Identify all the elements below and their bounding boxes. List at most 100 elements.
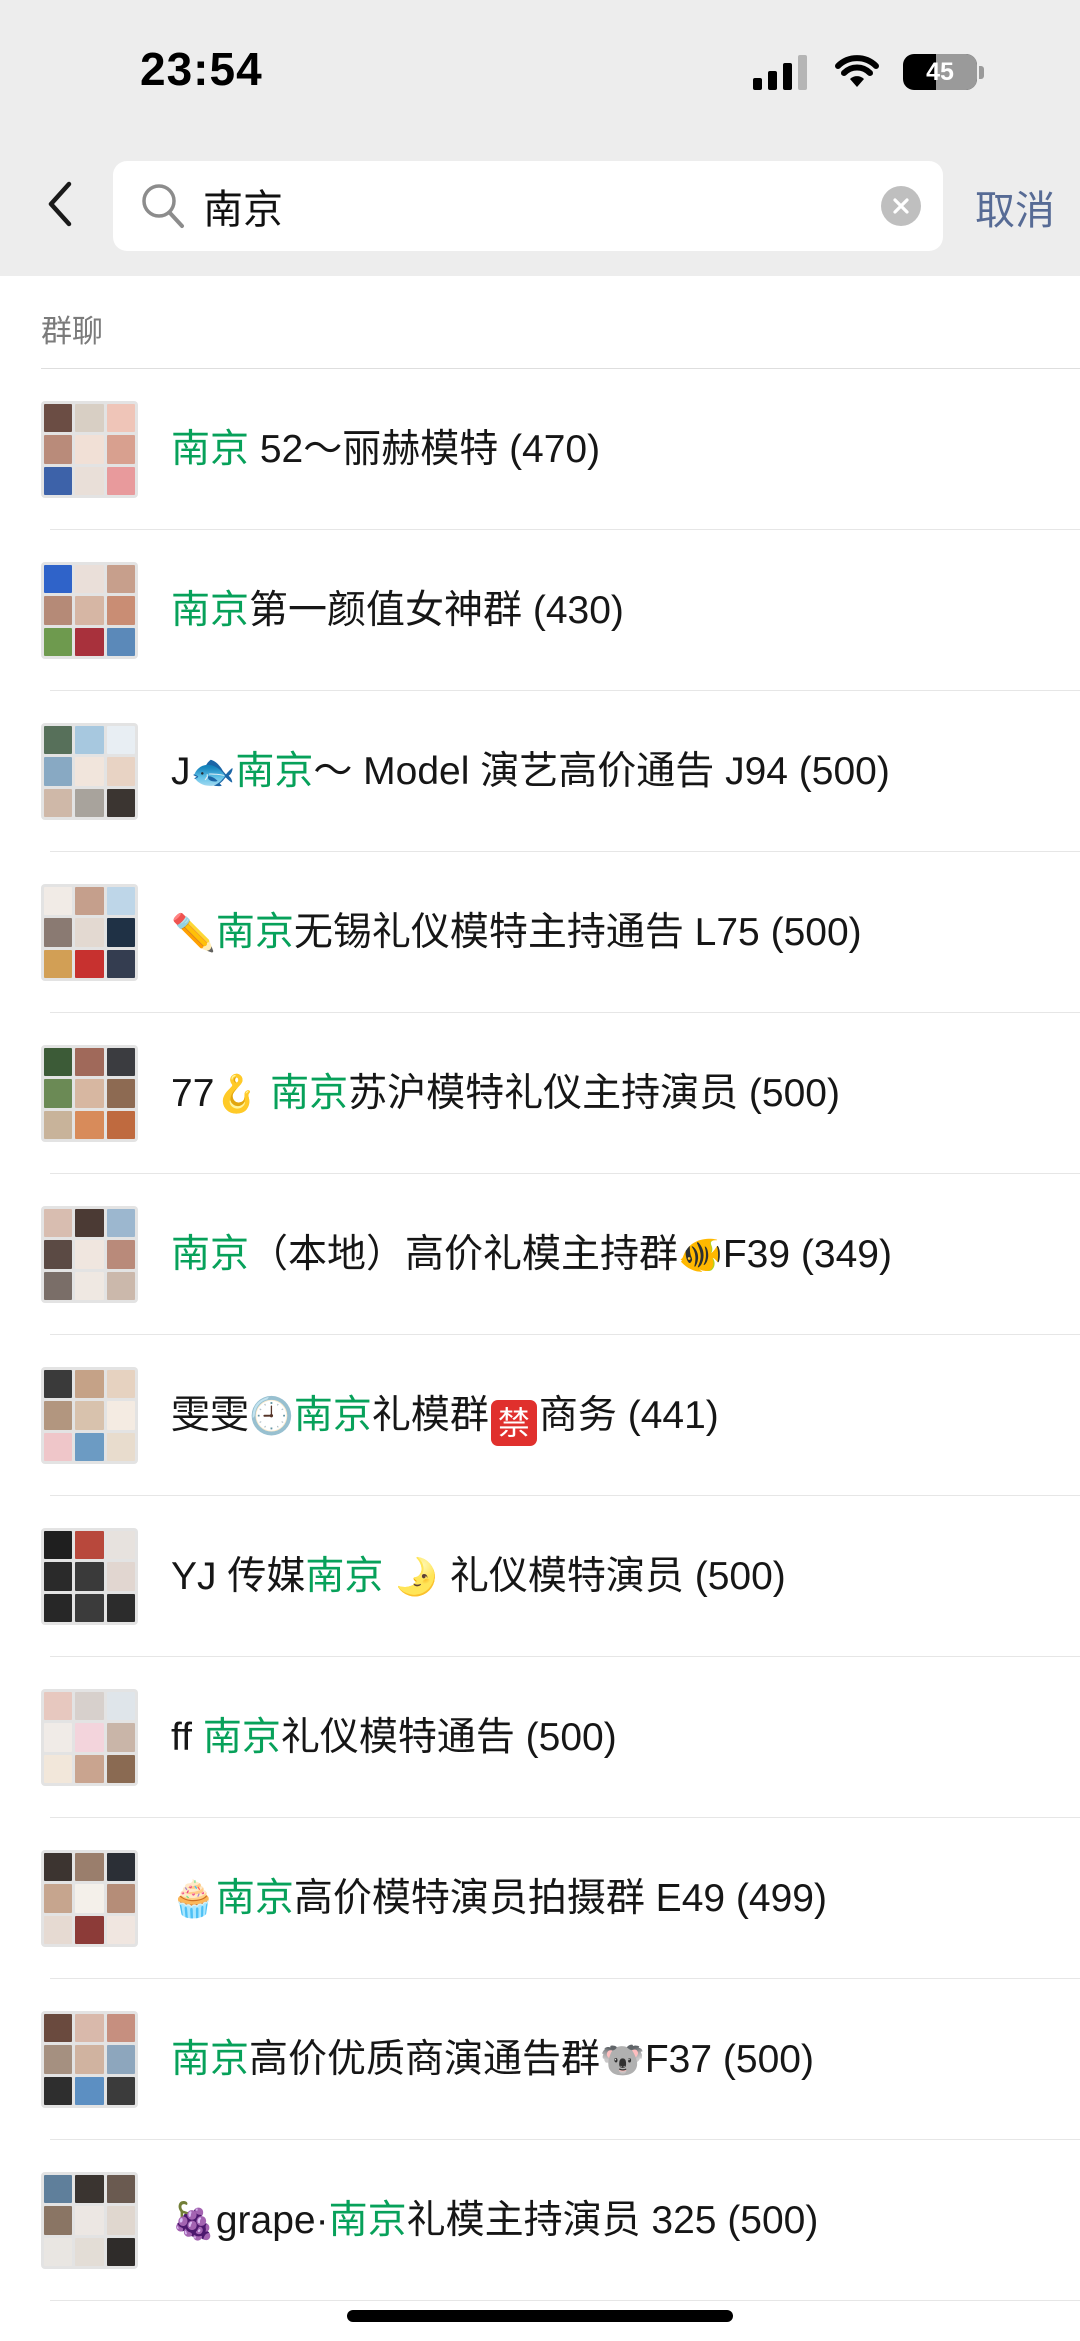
emoji-icon: 🧁 [171,1879,216,1920]
group-chat-row[interactable]: 🍇grape·南京礼模主持演员 325 (500) [0,2140,1080,2301]
group-name-text: YJ 传媒 [171,1555,306,1598]
group-name-text: 雯雯 [171,1394,250,1437]
member-avatar-tile [106,1853,135,1882]
group-chat-row[interactable]: 南京 52～丽赫模特 (470) [0,369,1080,530]
member-avatar-tile [75,2014,104,2043]
member-avatar-tile [75,1562,104,1591]
group-name-text: 礼仪模特演员 (500) [439,1555,786,1598]
member-avatar-tile [106,887,135,916]
group-chat-row[interactable]: ff 南京礼仪模特通告 (500) [0,1657,1080,1818]
member-avatar-tile [44,726,73,755]
group-avatar [41,1206,138,1303]
member-avatar-tile [106,726,135,755]
member-avatar-tile [44,2175,73,2204]
group-name-text [259,1072,270,1115]
group-chat-row[interactable]: ✏️南京无锡礼仪模特主持通告 L75 (500) [0,852,1080,1013]
member-avatar-tile [75,887,104,916]
group-avatar [41,1689,138,1786]
group-name-text: 高价模特演员拍摄群 E49 (499) [293,1877,827,1920]
member-avatar-tile [106,1562,135,1591]
group-name-text: F39 (349) [722,1233,892,1276]
member-avatar-tile [106,1723,135,1752]
group-chat-row[interactable]: 南京第一颜值女神群 (430) [0,530,1080,691]
member-avatar-tile [75,565,104,594]
member-avatar-tile [75,788,104,817]
member-avatar-tile [106,1271,135,1300]
member-avatar-tile [106,2175,135,2204]
search-input[interactable] [203,175,843,237]
group-chat-row[interactable]: 雯雯🕘南京礼模群禁商务 (441) [0,1335,1080,1496]
member-avatar-tile [106,596,135,625]
member-avatar-tile [75,1692,104,1721]
member-avatar-tile [44,1593,73,1622]
member-avatar-tile [75,1754,104,1783]
member-avatar-tile [106,1240,135,1269]
member-avatar-tile [106,565,135,594]
home-indicator[interactable] [347,2310,733,2322]
clear-search-button[interactable] [881,186,921,226]
member-avatar-tile [106,1110,135,1139]
group-name-text: 礼模群 [371,1394,489,1437]
search-highlight: 南京 [171,1233,250,1276]
member-avatar-tile [106,435,135,464]
member-avatar-tile [75,1048,104,1077]
member-avatar-tile [106,1754,135,1783]
member-avatar-tile [44,1209,73,1238]
search-header: 23:54 45 取消 [0,0,1080,276]
member-avatar-tile [44,2206,73,2235]
member-avatar-tile [44,887,73,916]
member-avatar-tile [44,1531,73,1560]
member-avatar-tile [44,949,73,978]
back-button[interactable] [38,172,82,236]
member-avatar-tile [75,757,104,786]
group-chat-row[interactable]: YJ 传媒南京 🌛 礼仪模特演员 (500) [0,1496,1080,1657]
emoji-icon: 🐨 [600,2040,645,2081]
member-avatar-tile [75,726,104,755]
member-avatar-tile [75,2175,104,2204]
group-name: 77🪝 南京苏沪模特礼仪主持演员 (500) [171,1013,840,1174]
group-chat-row[interactable]: 南京（本地）高价礼模主持群🐠F39 (349) [0,1174,1080,1335]
emoji-icon: 🐠 [678,1235,723,1276]
member-avatar-tile [75,2206,104,2235]
group-avatar [41,884,138,981]
member-avatar-tile [44,1915,73,1944]
search-highlight: 南京 [293,1394,372,1437]
member-avatar-tile [106,2014,135,2043]
member-avatar-tile [44,2014,73,2043]
member-avatar-tile [106,2237,135,2266]
emoji-icon: 🪝 [214,1074,260,1115]
member-avatar-tile [75,404,104,433]
group-chat-row[interactable]: 77🪝 南京苏沪模特礼仪主持演员 (500) [0,1013,1080,1174]
member-avatar-tile [106,788,135,817]
search-icon [142,184,184,228]
member-avatar-tile [106,1401,135,1430]
group-avatar [41,401,138,498]
member-avatar-tile [75,1401,104,1430]
member-avatar-tile [106,1593,135,1622]
group-chat-row[interactable]: 南京高价优质商演通告群🐨F37 (500) [0,1979,1080,2140]
group-avatar [41,562,138,659]
emoji-icon: 🌛 [394,1557,440,1598]
search-highlight: 南京 [171,2038,250,2081]
search-highlight: 南京 [202,1716,281,1759]
member-avatar-tile [106,1079,135,1108]
member-avatar-tile [44,1079,73,1108]
status-icons: 45 [753,52,984,92]
group-chat-row[interactable]: J🐟南京～ Model 演艺高价通告 J94 (500) [0,691,1080,852]
member-avatar-tile [44,2045,73,2074]
group-chat-row[interactable]: 🧁南京高价模特演员拍摄群 E49 (499) [0,1818,1080,1979]
cancel-button[interactable]: 取消 [975,178,1055,236]
member-avatar-tile [75,1370,104,1399]
group-name: ✏️南京无锡礼仪模特主持通告 L75 (500) [171,852,862,1013]
member-avatar-tile [106,1370,135,1399]
group-name: 南京第一颜值女神群 (430) [171,530,624,691]
emoji-icon: 🍇 [171,2201,216,2242]
member-avatar-tile [75,1723,104,1752]
group-name: 南京 52～丽赫模特 (470) [171,369,600,530]
group-name-text: grape· [215,2199,329,2242]
search-box[interactable] [113,161,943,251]
member-avatar-tile [44,1853,73,1882]
emoji-icon: 🐟 [190,752,236,793]
group-name-text: 52～丽赫模特 (470) [249,428,601,471]
group-name-text: 苏沪模特礼仪主持演员 (500) [348,1072,840,1115]
